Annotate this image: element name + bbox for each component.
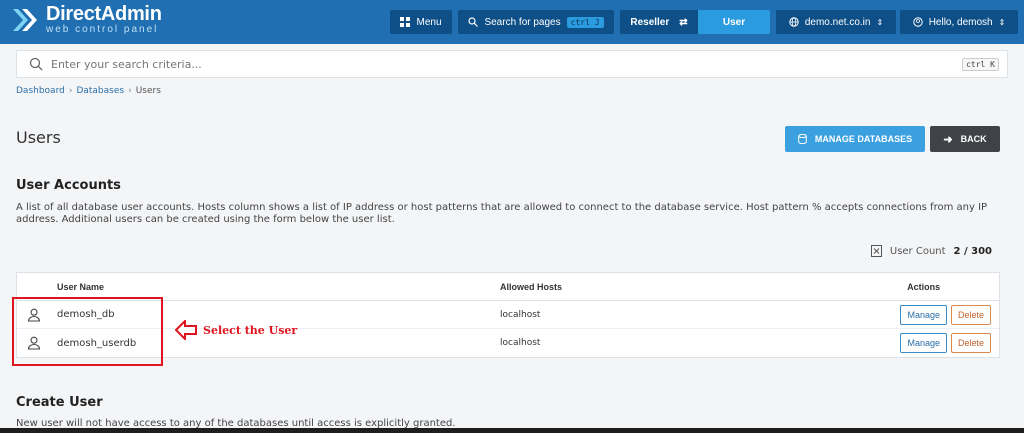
page-search-button[interactable]: Search for pages ctrl J <box>458 10 614 34</box>
column-header-actions: Actions <box>907 281 941 292</box>
database-icon <box>798 134 807 144</box>
breadcrumb-databases[interactable]: Databases <box>76 86 124 96</box>
menu-button[interactable]: Menu <box>390 10 452 34</box>
user-count: User Count 2 / 300 <box>870 245 992 257</box>
user-menu[interactable]: Hello, demosh ⇕ <box>900 10 1018 34</box>
breadcrumb: Dashboard › Databases › Users <box>16 86 161 96</box>
annotation-text: Select the User <box>203 323 298 337</box>
create-user-title: Create User <box>16 395 103 410</box>
search-bar: ctrl K <box>16 50 1008 78</box>
directadmin-logo-icon <box>13 9 37 31</box>
domain-selector[interactable]: demo.net.co.in ⇕ <box>776 10 896 34</box>
reseller-toggle[interactable]: Reseller ⇄ <box>620 10 698 34</box>
reseller-label: Reseller <box>630 16 670 28</box>
breadcrumb-users: Users <box>135 86 161 96</box>
back-button[interactable]: ➜ BACK <box>930 126 1000 152</box>
search-icon <box>29 57 43 71</box>
accounts-description: A list of all database user accounts. Ho… <box>16 202 988 225</box>
user-toggle[interactable]: User <box>698 10 770 34</box>
user-count-label: User Count <box>889 245 946 257</box>
accounts-title: User Accounts <box>16 178 121 193</box>
grid-icon <box>400 17 411 27</box>
arrow-right-icon: ➜ <box>943 133 953 146</box>
user-count-value: 2 / 300 <box>953 245 992 257</box>
breadcrumb-separator: › <box>68 86 73 96</box>
menu-label: Menu <box>416 16 442 28</box>
delete-button[interactable]: Delete <box>950 304 991 325</box>
bottom-edge <box>0 428 1024 433</box>
chevron-updown-icon: ⇕ <box>998 17 1006 27</box>
search-input[interactable] <box>51 57 931 71</box>
brand-subtitle: web control panel <box>46 24 159 35</box>
search-icon <box>468 17 479 27</box>
manage-button[interactable]: Manage <box>900 304 947 325</box>
user-circle-icon <box>912 17 923 27</box>
column-header-name[interactable]: User Name <box>17 282 500 292</box>
role-toggle[interactable]: Reseller ⇄ User <box>620 10 770 34</box>
allowed-hosts: localhost <box>500 338 541 348</box>
arrow-left-icon <box>175 320 197 340</box>
swap-icon: ⇄ <box>679 16 688 28</box>
table-row[interactable]: demosh_userdb localhost Manage Delete <box>17 329 999 357</box>
breadcrumb-dashboard[interactable]: Dashboard <box>16 86 65 96</box>
manage-databases-label: MANAGE DATABASES <box>814 134 913 144</box>
logo[interactable]: DirectAdmin web control panel <box>10 4 162 36</box>
hello-label: Hello, demosh <box>928 16 993 28</box>
users-table: User Name Allowed Hosts Actions demosh_d… <box>16 272 1000 358</box>
shortcut-badge: ctrl J <box>566 16 604 28</box>
domain-label: demo.net.co.in <box>804 16 871 28</box>
globe-icon <box>789 17 799 27</box>
chevron-updown-icon: ⇕ <box>876 17 884 27</box>
column-header-hosts[interactable]: Allowed Hosts <box>500 282 879 292</box>
allowed-hosts: localhost <box>500 309 541 320</box>
page-title: Users <box>16 128 61 147</box>
page-search-label: Search for pages <box>484 16 561 28</box>
back-label: BACK <box>960 134 987 144</box>
annotation: Select the User <box>175 320 297 340</box>
top-bar: DirectAdmin web control panel Menu Searc… <box>0 0 1024 44</box>
table-header: User Name Allowed Hosts Actions <box>17 273 999 301</box>
delete-button[interactable]: Delete <box>950 333 991 353</box>
highlight-box <box>12 297 163 366</box>
brand-title: DirectAdmin <box>46 3 162 25</box>
manage-databases-button[interactable]: MANAGE DATABASES <box>785 126 925 152</box>
table-row[interactable]: demosh_db localhost Manage Delete <box>17 301 999 329</box>
breadcrumb-separator: › <box>128 86 132 96</box>
manage-button[interactable]: Manage <box>900 333 947 353</box>
search-shortcut: ctrl K <box>962 58 999 71</box>
export-icon[interactable] <box>870 245 882 257</box>
